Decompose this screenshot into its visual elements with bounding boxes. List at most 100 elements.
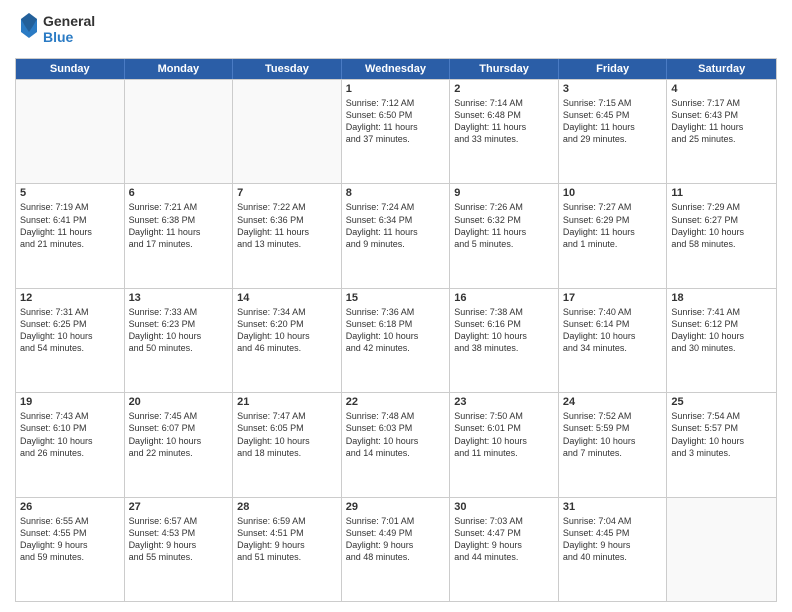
day-number: 11 [671,187,772,199]
cal-cell-day-20: 20Sunrise: 7:45 AM Sunset: 6:07 PM Dayli… [125,393,234,496]
logo: General Blue [15,10,105,52]
day-number: 6 [129,187,229,199]
cell-daylight-text: Sunrise: 7:01 AM Sunset: 4:49 PM Dayligh… [346,515,446,564]
day-number: 26 [20,501,120,513]
header-day-wednesday: Wednesday [342,59,451,79]
cal-cell-day-17: 17Sunrise: 7:40 AM Sunset: 6:14 PM Dayli… [559,289,668,392]
cal-cell-day-23: 23 Sunrise: 7:50 AM Sunset: 6:01 PM Dayli… [450,393,559,496]
cell-daylight-text: Sunrise: 7:47 AM Sunset: 6:05 PM Dayligh… [237,410,337,459]
cal-cell-day-6: 6 Sunrise: 7:21 AM Sunset: 6:38 PM Daylig… [125,184,234,287]
header-day-monday: Monday [125,59,234,79]
cal-cell-day-31: 31 Sunrise: 7:04 AM Sunset: 4:45 PM Dayli… [559,498,668,601]
cell-daylight-text: Sunrise: 7:31 AM Sunset: 6:25 PM Dayligh… [20,306,120,355]
cal-cell-day-19: 19 Sunrise: 7:43 AM Sunset: 6:10 PM Dayli… [16,393,125,496]
cell-daylight-text: Sunrise: 7:54 AM Sunset: 5:57 PM Dayligh… [671,410,772,459]
cal-cell-day-18: 18 Sunrise: 7:41 AM Sunset: 6:12 PM Dayli… [667,289,776,392]
cal-cell-day-22: 22 Sunrise: 7:48 AM Sunset: 6:03 PM Dayli… [342,393,451,496]
cal-cell-empty-0-1 [125,80,234,183]
cell-daylight-text: Sunrise: 7:15 AM Sunset: 6:45 PM Dayligh… [563,97,663,146]
day-number: 17 [563,292,663,304]
day-number: 7 [237,187,337,199]
calendar-header: SundayMondayTuesdayWednesdayThursdayFrid… [16,59,776,79]
day-number: 22 [346,396,446,408]
header-day-thursday: Thursday [450,59,559,79]
logo-svg: General Blue [15,10,105,52]
cell-daylight-text: Sunrise: 7:22 AM Sunset: 6:36 PM Dayligh… [237,201,337,250]
cal-cell-day-7: 7 Sunrise: 7:22 AM Sunset: 6:36 PM Daylig… [233,184,342,287]
cal-cell-day-25: 25Sunrise: 7:54 AM Sunset: 5:57 PM Dayli… [667,393,776,496]
cell-daylight-text: Sunrise: 7:03 AM Sunset: 4:47 PM Dayligh… [454,515,554,564]
cell-daylight-text: Sunrise: 7:41 AM Sunset: 6:12 PM Dayligh… [671,306,772,355]
cell-daylight-text: Sunrise: 7:38 AM Sunset: 6:16 PM Dayligh… [454,306,554,355]
cal-cell-day-11: 11Sunrise: 7:29 AM Sunset: 6:27 PM Dayli… [667,184,776,287]
day-number: 1 [346,83,446,95]
cal-cell-day-2: 2 Sunrise: 7:14 AM Sunset: 6:48 PM Daylig… [450,80,559,183]
cal-cell-day-27: 27Sunrise: 6:57 AM Sunset: 4:53 PM Dayli… [125,498,234,601]
cal-cell-day-3: 3 Sunrise: 7:15 AM Sunset: 6:45 PM Daylig… [559,80,668,183]
day-number: 31 [563,501,663,513]
cell-daylight-text: Sunrise: 7:34 AM Sunset: 6:20 PM Dayligh… [237,306,337,355]
cell-daylight-text: Sunrise: 7:21 AM Sunset: 6:38 PM Dayligh… [129,201,229,250]
cell-daylight-text: Sunrise: 7:24 AM Sunset: 6:34 PM Dayligh… [346,201,446,250]
cell-daylight-text: Sunrise: 7:19 AM Sunset: 6:41 PM Dayligh… [20,201,120,250]
header: General Blue [15,10,777,52]
cal-cell-day-26: 26 Sunrise: 6:55 AM Sunset: 4:55 PM Dayli… [16,498,125,601]
cal-row-2: 12 Sunrise: 7:31 AM Sunset: 6:25 PM Dayli… [16,288,776,392]
cal-row-3: 19 Sunrise: 7:43 AM Sunset: 6:10 PM Dayli… [16,392,776,496]
cal-cell-day-14: 14Sunrise: 7:34 AM Sunset: 6:20 PM Dayli… [233,289,342,392]
day-number: 21 [237,396,337,408]
cal-cell-day-12: 12 Sunrise: 7:31 AM Sunset: 6:25 PM Dayli… [16,289,125,392]
cell-daylight-text: Sunrise: 7:17 AM Sunset: 6:43 PM Dayligh… [671,97,772,146]
cal-cell-empty-0-0 [16,80,125,183]
cal-cell-day-21: 21 Sunrise: 7:47 AM Sunset: 6:05 PM Dayli… [233,393,342,496]
cal-cell-day-9: 9Sunrise: 7:26 AM Sunset: 6:32 PM Daylig… [450,184,559,287]
cal-cell-day-10: 10Sunrise: 7:27 AM Sunset: 6:29 PM Dayli… [559,184,668,287]
cal-row-4: 26 Sunrise: 6:55 AM Sunset: 4:55 PM Dayli… [16,497,776,601]
cal-cell-day-30: 30Sunrise: 7:03 AM Sunset: 4:47 PM Dayli… [450,498,559,601]
cal-row-0: 1 Sunrise: 7:12 AM Sunset: 6:50 PM Daylig… [16,79,776,183]
day-number: 12 [20,292,120,304]
day-number: 2 [454,83,554,95]
day-number: 10 [563,187,663,199]
cell-daylight-text: Sunrise: 6:57 AM Sunset: 4:53 PM Dayligh… [129,515,229,564]
day-number: 19 [20,396,120,408]
cal-row-1: 5 Sunrise: 7:19 AM Sunset: 6:41 PM Daylig… [16,183,776,287]
cell-daylight-text: Sunrise: 7:12 AM Sunset: 6:50 PM Dayligh… [346,97,446,146]
cell-daylight-text: Sunrise: 7:50 AM Sunset: 6:01 PM Dayligh… [454,410,554,459]
day-number: 23 [454,396,554,408]
cell-daylight-text: Sunrise: 7:43 AM Sunset: 6:10 PM Dayligh… [20,410,120,459]
cal-cell-empty-4-6 [667,498,776,601]
day-number: 15 [346,292,446,304]
cell-daylight-text: Sunrise: 6:55 AM Sunset: 4:55 PM Dayligh… [20,515,120,564]
cell-daylight-text: Sunrise: 7:14 AM Sunset: 6:48 PM Dayligh… [454,97,554,146]
cal-cell-day-29: 29Sunrise: 7:01 AM Sunset: 4:49 PM Dayli… [342,498,451,601]
cal-cell-day-5: 5 Sunrise: 7:19 AM Sunset: 6:41 PM Daylig… [16,184,125,287]
svg-text:General: General [43,13,95,29]
svg-text:Blue: Blue [43,29,74,45]
cal-cell-day-16: 16Sunrise: 7:38 AM Sunset: 6:16 PM Dayli… [450,289,559,392]
cell-daylight-text: Sunrise: 7:33 AM Sunset: 6:23 PM Dayligh… [129,306,229,355]
day-number: 18 [671,292,772,304]
cell-daylight-text: Sunrise: 7:04 AM Sunset: 4:45 PM Dayligh… [563,515,663,564]
cal-cell-day-13: 13 Sunrise: 7:33 AM Sunset: 6:23 PM Dayli… [125,289,234,392]
day-number: 13 [129,292,229,304]
cal-cell-empty-0-2 [233,80,342,183]
cell-daylight-text: Sunrise: 7:48 AM Sunset: 6:03 PM Dayligh… [346,410,446,459]
calendar: SundayMondayTuesdayWednesdayThursdayFrid… [15,58,777,602]
cell-daylight-text: Sunrise: 7:45 AM Sunset: 6:07 PM Dayligh… [129,410,229,459]
cal-cell-day-24: 24 Sunrise: 7:52 AM Sunset: 5:59 PM Dayli… [559,393,668,496]
day-number: 3 [563,83,663,95]
day-number: 24 [563,396,663,408]
cal-cell-day-1: 1 Sunrise: 7:12 AM Sunset: 6:50 PM Daylig… [342,80,451,183]
day-number: 28 [237,501,337,513]
cell-daylight-text: Sunrise: 7:52 AM Sunset: 5:59 PM Dayligh… [563,410,663,459]
cell-daylight-text: Sunrise: 6:59 AM Sunset: 4:51 PM Dayligh… [237,515,337,564]
header-day-tuesday: Tuesday [233,59,342,79]
cell-daylight-text: Sunrise: 7:36 AM Sunset: 6:18 PM Dayligh… [346,306,446,355]
cell-daylight-text: Sunrise: 7:26 AM Sunset: 6:32 PM Dayligh… [454,201,554,250]
cal-cell-day-15: 15 Sunrise: 7:36 AM Sunset: 6:18 PM Dayli… [342,289,451,392]
day-number: 5 [20,187,120,199]
day-number: 4 [671,83,772,95]
calendar-body: 1 Sunrise: 7:12 AM Sunset: 6:50 PM Daylig… [16,79,776,601]
cal-cell-day-4: 4 Sunrise: 7:17 AM Sunset: 6:43 PM Daylig… [667,80,776,183]
